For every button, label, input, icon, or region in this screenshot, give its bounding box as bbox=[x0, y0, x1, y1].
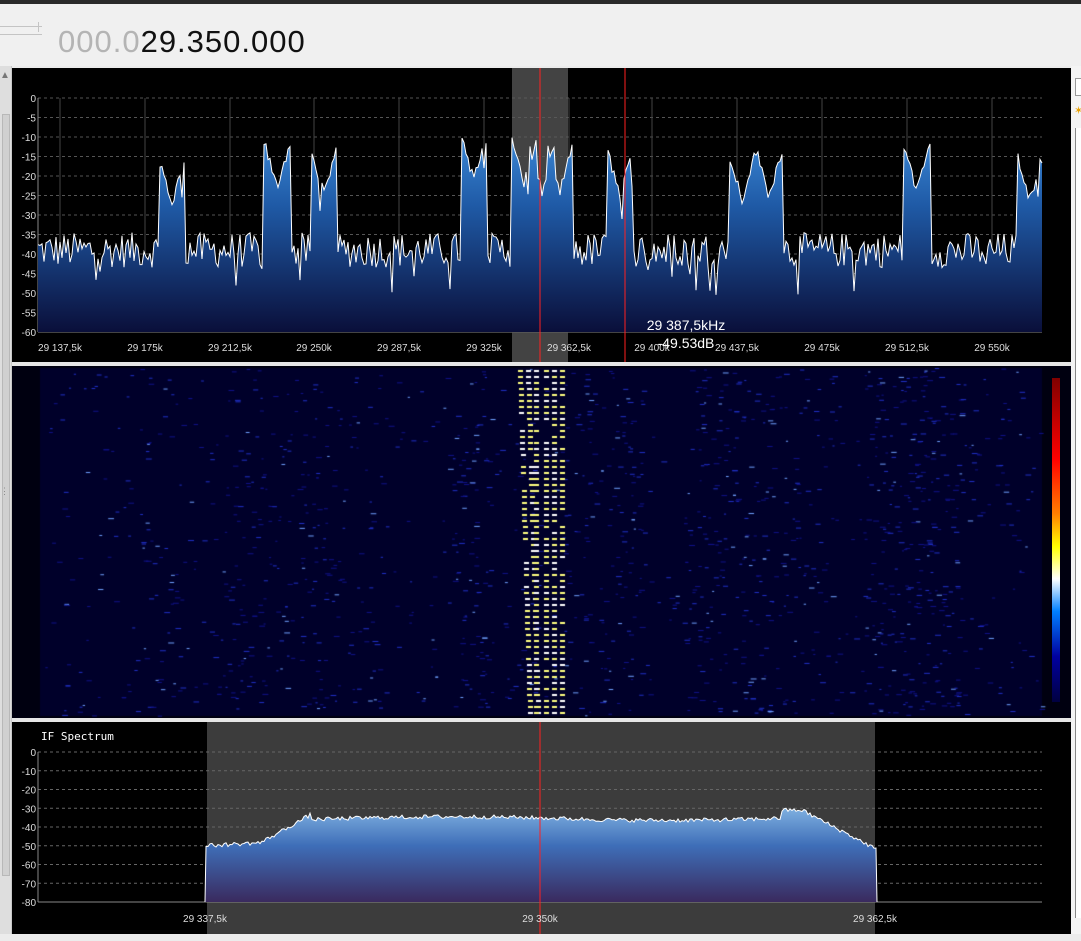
y-tick-label: 0 bbox=[30, 94, 36, 105]
x-tick-label: 29 512,5k bbox=[885, 343, 930, 354]
bottom-strip bbox=[0, 934, 1081, 941]
x-tick-label: 29 325k bbox=[466, 343, 503, 354]
scroll-up-arrow-icon[interactable]: ▲ bbox=[0, 70, 10, 81]
hover-frequency: 29 387,5kHz bbox=[646, 317, 726, 333]
if-spectrum-plot[interactable]: 0 -10 -20 -30 -40 -50 -60 -70 -80 29 337,5k 29 35… bbox=[12, 722, 1071, 934]
x-tick-label: 29 175k bbox=[127, 343, 164, 354]
y-tick-label: -30 bbox=[22, 211, 37, 222]
toolbar: 000.029.350.000 bbox=[0, 4, 1081, 66]
if-spectrum-svg[interactable]: 0 -10 -20 -30 -40 -50 -60 -70 -80 29 337,5k 29 35… bbox=[12, 722, 1071, 934]
frequency-leading-digits[interactable]: 000.0 bbox=[58, 24, 141, 59]
y-tick-label: -45 bbox=[22, 270, 37, 281]
x-tick-label: 29 137,5k bbox=[38, 343, 83, 354]
if-y-tick-label: -70 bbox=[22, 879, 37, 890]
waterfall-display[interactable] bbox=[12, 366, 1071, 718]
waterfall-overlay bbox=[1052, 378, 1060, 702]
x-tick-label: 29 550k bbox=[974, 343, 1011, 354]
spectrum-plot[interactable]: 0 -5 -10 -15 -20 -25 -30 -35 -40 -45 -50 -55 -60 29 … bbox=[12, 68, 1071, 362]
handle-tick bbox=[38, 22, 39, 32]
y-tick-label: -15 bbox=[22, 153, 37, 164]
handle-line bbox=[0, 26, 42, 27]
if-spectrum-fill bbox=[205, 808, 877, 902]
dock-button[interactable] bbox=[1075, 78, 1081, 96]
splitter-grip-icon[interactable]: ⋮ bbox=[0, 486, 9, 497]
star-icon[interactable]: ✶ bbox=[1074, 104, 1081, 117]
if-y-tick-label: -30 bbox=[22, 804, 37, 815]
if-y-tick-label: -50 bbox=[22, 842, 37, 853]
if-y-tick-label: -80 bbox=[22, 898, 37, 909]
right-dock-panel: ✶ bbox=[1071, 66, 1081, 934]
frequency-active-digits[interactable]: 29.350.000 bbox=[141, 24, 306, 59]
if-y-tick-label: 0 bbox=[30, 748, 36, 759]
y-tick-label: -55 bbox=[22, 309, 37, 320]
hover-readout: 29 387,5kHz -49.53dB bbox=[626, 316, 746, 352]
y-tick-label: -40 bbox=[22, 250, 37, 261]
toolbar-handle[interactable] bbox=[0, 22, 44, 46]
y-tick-label: -50 bbox=[22, 289, 37, 300]
handle-line bbox=[0, 34, 42, 35]
if-y-tick-label: -20 bbox=[22, 786, 37, 797]
y-tick-label: -10 bbox=[22, 133, 37, 144]
if-y-tick-label: -40 bbox=[22, 823, 37, 834]
left-dock-scrollbar[interactable]: ▲ ⋮ bbox=[0, 66, 12, 934]
x-tick-label: 29 287,5k bbox=[377, 343, 422, 354]
if-y-tick-label: -60 bbox=[22, 861, 37, 872]
frequency-display[interactable]: 000.029.350.000 bbox=[58, 24, 306, 60]
if-x-tick-label: 29 362,5k bbox=[853, 914, 898, 925]
if-x-tick-label: 29 337,5k bbox=[183, 914, 228, 925]
y-tick-label: -25 bbox=[22, 192, 37, 203]
y-tick-label: -60 bbox=[22, 328, 37, 339]
if-spectrum-title: IF Spectrum bbox=[41, 730, 114, 743]
dock-list[interactable] bbox=[1075, 128, 1081, 918]
y-tick-label: -5 bbox=[27, 114, 36, 125]
x-tick-label: 29 362,5k bbox=[547, 343, 592, 354]
spectrum-svg[interactable]: 0 -5 -10 -15 -20 -25 -30 -35 -40 -45 -50 -55 -60 29 … bbox=[12, 68, 1071, 362]
waterfall-colorbar bbox=[1052, 378, 1060, 702]
x-tick-label: 29 212,5k bbox=[208, 343, 253, 354]
hover-level: -49.53dB bbox=[657, 335, 715, 351]
if-x-tick-label: 29 350k bbox=[522, 914, 559, 925]
x-tick-label: 29 475k bbox=[804, 343, 841, 354]
y-tick-label: -20 bbox=[22, 172, 37, 183]
y-tick-label: -35 bbox=[22, 231, 37, 242]
x-tick-label: 29 250k bbox=[296, 343, 333, 354]
if-y-tick-label: -10 bbox=[22, 767, 37, 778]
